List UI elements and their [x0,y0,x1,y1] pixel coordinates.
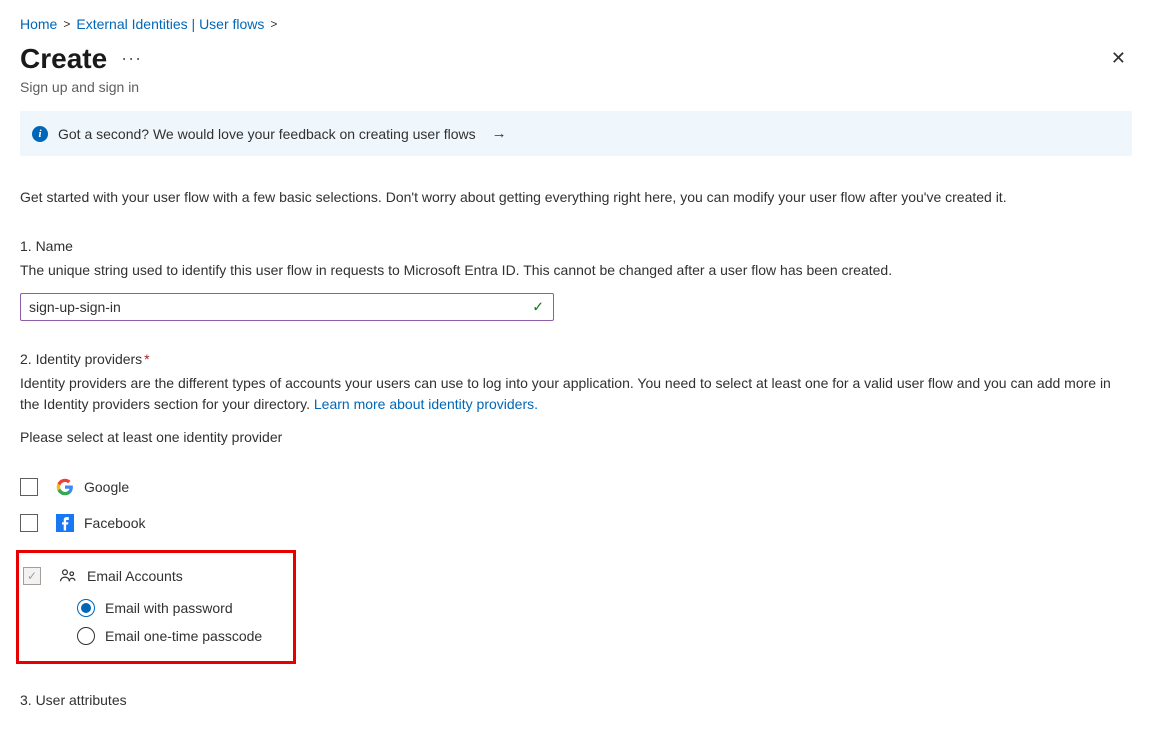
validation-check-icon: ✓ [532,298,544,315]
arrow-right-icon: → [492,125,507,142]
radio-email-password-indicator [77,599,95,617]
section-name-desc: The unique string used to identify this … [20,260,1132,281]
email-accounts-highlight: Email Accounts Email with password Email… [16,550,296,664]
radio-email-password-label: Email with password [105,600,233,616]
info-icon: i [32,126,48,142]
intro-text: Get started with your user flow with a f… [20,188,1132,208]
breadcrumb-home[interactable]: Home [20,16,57,32]
facebook-checkbox[interactable] [20,514,38,532]
facebook-label: Facebook [84,515,145,531]
page-subtitle: Sign up and sign in [20,79,1132,95]
google-label: Google [84,479,129,495]
provider-facebook: Facebook [20,514,1132,532]
provider-google: Google [20,478,1132,496]
name-input[interactable] [20,293,554,321]
facebook-icon [56,514,74,532]
radio-email-passcode-indicator [77,627,95,645]
more-actions-button[interactable]: ··· [121,48,142,69]
email-checkbox[interactable] [23,567,41,585]
chevron-right-icon: > [270,17,277,31]
close-button[interactable]: ✕ [1105,42,1132,75]
feedback-banner-text: Got a second? We would love your feedbac… [58,126,476,142]
feedback-banner[interactable]: i Got a second? We would love your feedb… [20,111,1132,156]
google-icon [56,478,74,496]
required-indicator: * [144,351,149,367]
email-accounts-icon [59,567,77,585]
breadcrumb: Home > External Identities | User flows … [20,16,1132,32]
page-title: Create [20,43,107,75]
please-select-text: Please select at least one identity prov… [20,427,1132,448]
section-user-attributes-label: 3. User attributes [20,692,1132,708]
radio-email-password[interactable]: Email with password [77,599,291,617]
section-identity-desc: Identity providers are the different typ… [20,373,1132,415]
section-name-label: 1. Name [20,238,1132,254]
learn-more-link[interactable]: Learn more about identity providers. [314,396,538,412]
section-identity-label: 2. Identity providers* [20,351,1132,367]
email-label: Email Accounts [87,568,183,584]
breadcrumb-external-identities[interactable]: External Identities | User flows [76,16,264,32]
provider-email: Email Accounts [21,567,291,585]
google-checkbox[interactable] [20,478,38,496]
radio-email-passcode[interactable]: Email one-time passcode [77,627,291,645]
email-radio-group: Email with password Email one-time passc… [77,599,291,645]
chevron-right-icon: > [63,17,70,31]
radio-email-passcode-label: Email one-time passcode [105,628,262,644]
